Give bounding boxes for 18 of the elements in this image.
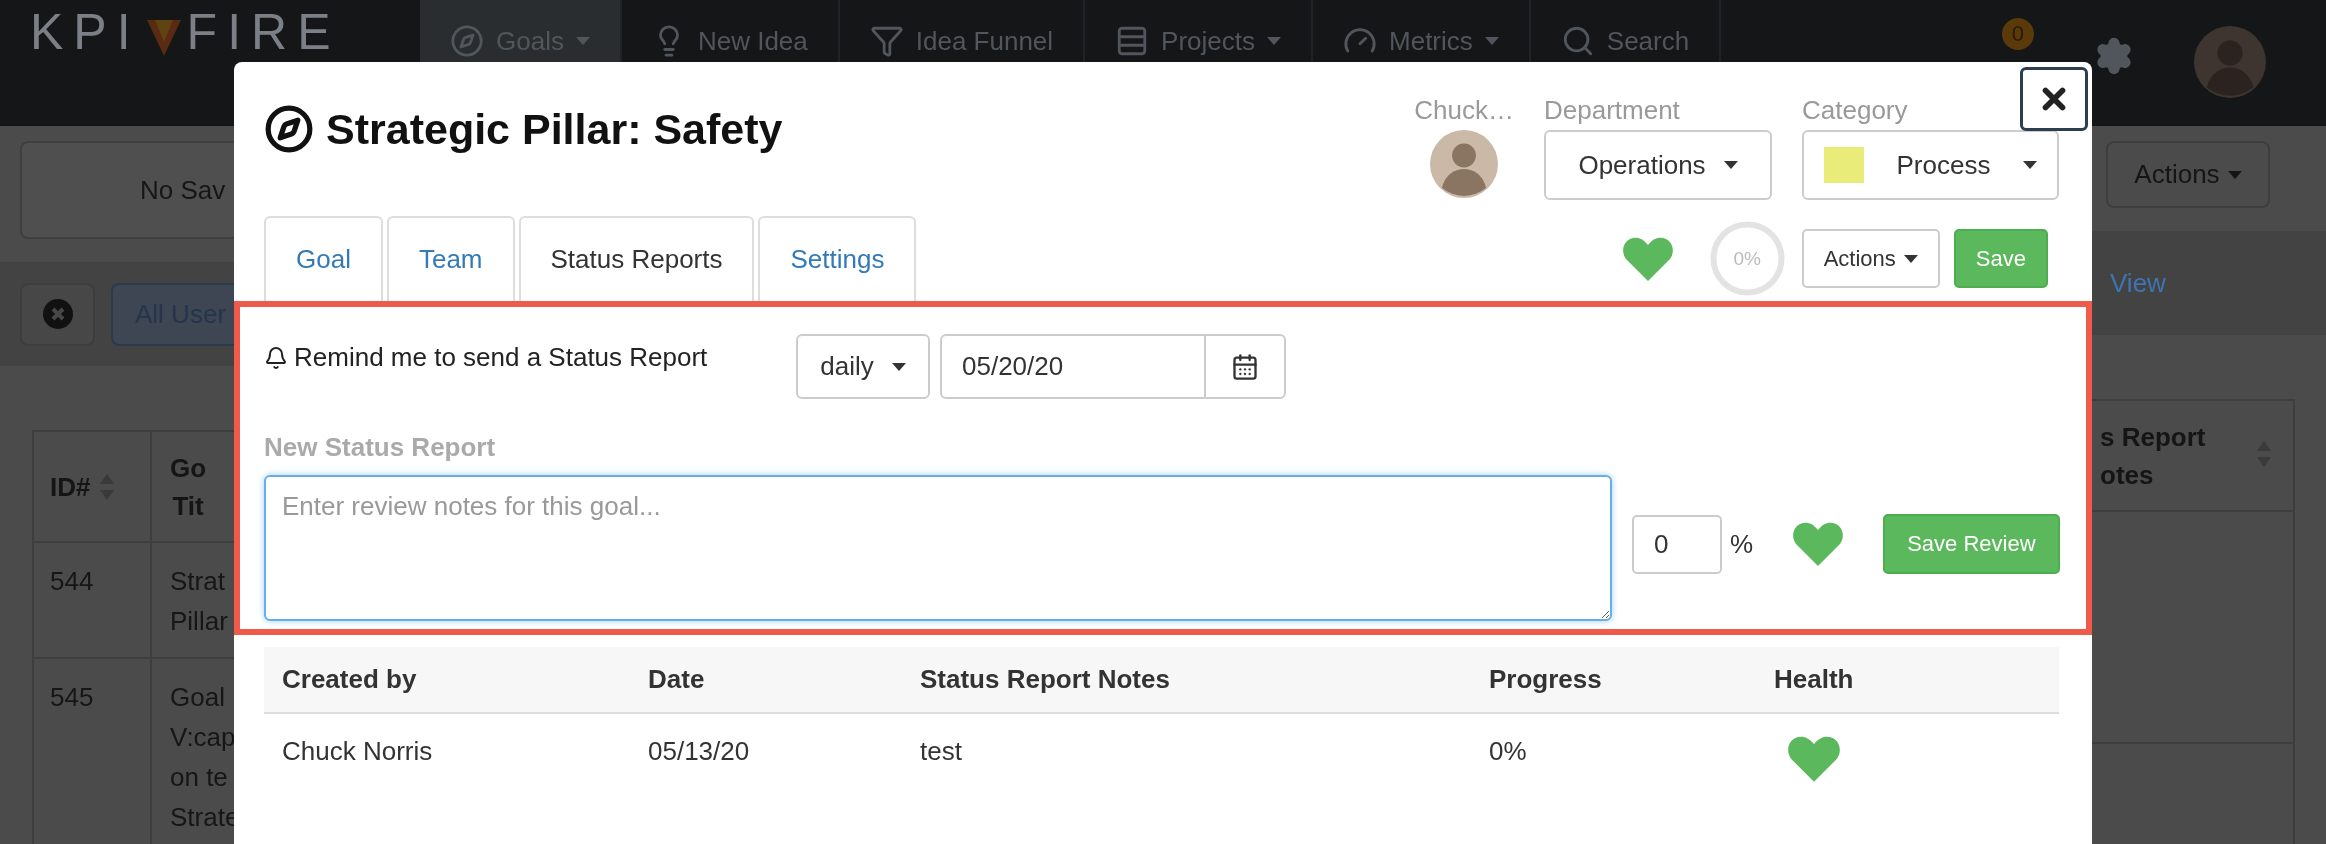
progress-percent: 0%: [1733, 247, 1761, 270]
department-label: Department: [1544, 94, 1680, 126]
column-header: Health: [1756, 647, 2059, 714]
saved-views-panel: No Sav: [20, 141, 234, 239]
table-cell-text: 0%: [1488, 735, 1528, 768]
table-cell-text: test: [919, 735, 963, 768]
reminder-label: Remind me to send a Status Report: [264, 334, 796, 373]
column-header: Progress: [1471, 647, 1756, 714]
table-cell-text: Chuck Norris: [281, 735, 434, 768]
owner-name: Chuck…: [1414, 94, 1514, 126]
column-header: Date: [630, 647, 902, 714]
percent-sign: %: [1730, 528, 1754, 560]
dialog-title: Strategic Pillar: Safety: [326, 104, 783, 154]
column-header: Created by: [264, 647, 630, 714]
column-header: Status Report Notes: [902, 647, 1471, 714]
new-report-label: New Status Report: [264, 431, 496, 464]
category-label: Category: [1802, 94, 1908, 126]
table-cell-text: 05/13/20: [647, 735, 751, 768]
